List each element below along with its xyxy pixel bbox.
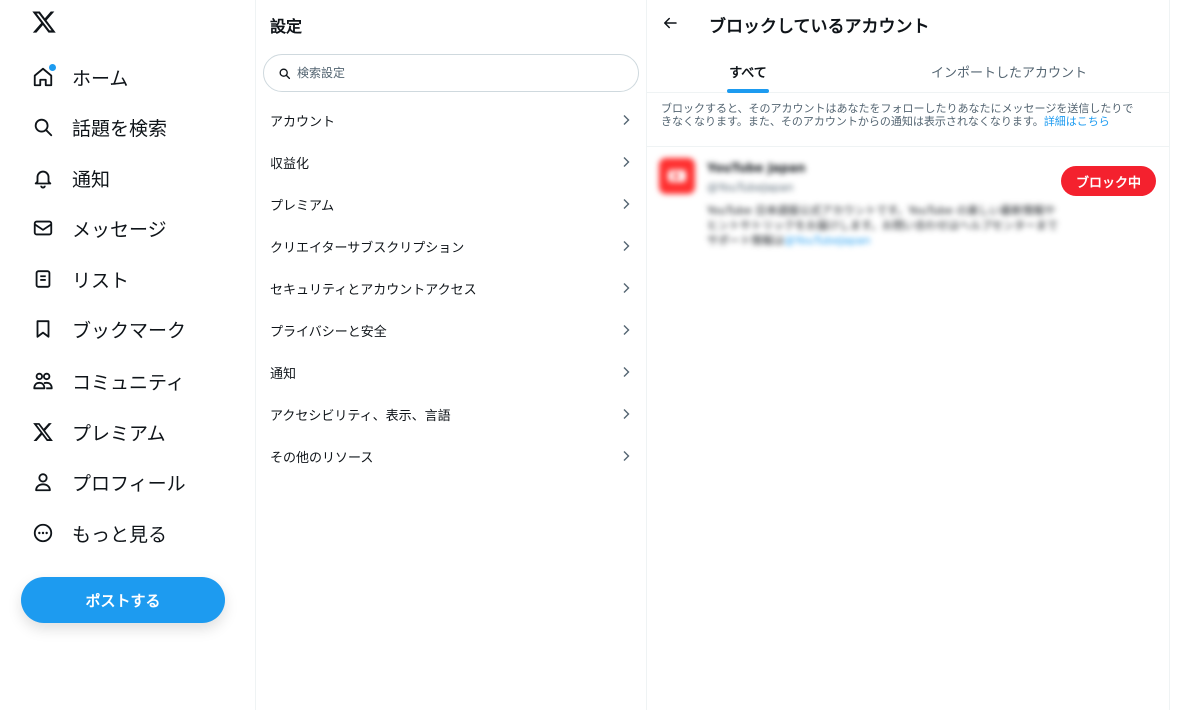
- settings-title: 設定: [270, 17, 303, 36]
- search-icon: [279, 67, 291, 79]
- back-arrow-icon[interactable]: [661, 14, 679, 32]
- nav-item-notifications[interactable]: 通知: [30, 158, 110, 198]
- person-icon: [30, 469, 56, 495]
- account-name: YouTube Japan: [707, 161, 806, 175]
- tab-bar: すべて インポートしたアカウント: [647, 50, 1170, 93]
- nav-label: ブックマーク: [72, 319, 187, 342]
- search-icon: [30, 114, 56, 140]
- settings-item-premium[interactable]: プレミアム: [256, 183, 646, 225]
- community-icon: [30, 368, 56, 394]
- account-bio: YouTube 日本語版公式アカウントです。YouTube の楽しい最新情報や …: [707, 203, 1147, 248]
- nav-label: プレミアム: [72, 422, 166, 445]
- settings-item-label: 通知: [270, 366, 297, 382]
- nav-item-premium[interactable]: プレミアム: [30, 412, 166, 452]
- x-logo-icon[interactable]: [31, 9, 57, 35]
- settings-item-label: プレミアム: [270, 198, 335, 214]
- avatar: [659, 158, 695, 194]
- chevron-right-icon: [623, 157, 630, 167]
- bio-link: @YouTubeJapan: [784, 234, 871, 247]
- description-line: きなくなります。また、そのアカウントからの通知は表示されなくなります。: [661, 115, 1044, 128]
- chevron-right-icon: [623, 115, 630, 125]
- nav-label: 通知: [72, 168, 111, 191]
- settings-item-label: クリエイターサブスクリプション: [270, 240, 465, 256]
- description-line: ブロックすると、そのアカウントはあなたをフォローしたりあなたにメッセージを送信し…: [661, 102, 1134, 115]
- chevron-right-icon: [623, 241, 630, 251]
- nav-item-more[interactable]: もっと見る: [30, 513, 167, 553]
- chevron-right-icon: [623, 367, 630, 377]
- blocked-button[interactable]: ブロック中: [1061, 166, 1156, 196]
- nav-label: コミュニティ: [72, 371, 185, 394]
- nav-item-communities[interactable]: コミュニティ: [30, 361, 185, 401]
- blocked-account-row[interactable]: YouTube Japan @YouTubeJapan YouTube 日本語版…: [647, 147, 1170, 277]
- settings-item-accessibility[interactable]: アクセシビリティ、表示、言語: [256, 393, 646, 435]
- youtube-logo-icon: [668, 170, 686, 182]
- nav-item-explore[interactable]: 話題を検索: [30, 107, 167, 147]
- settings-item-resources[interactable]: その他のリソース: [256, 435, 646, 477]
- settings-panel: 設定 アカウント 収益化 プレミアム クリエイターサブスクリプション セキュリテ…: [255, 0, 647, 710]
- tab-imported[interactable]: インポートしたアカウント: [909, 50, 1109, 93]
- list-icon: [30, 266, 56, 292]
- block-description: ブロックすると、そのアカウントはあなたをフォローしたりあなたにメッセージを送信し…: [647, 93, 1170, 147]
- left-navigation: ホーム 話題を検索 通知 メッセージ リスト ブックマーク コミュニティ プレミ…: [0, 0, 255, 710]
- settings-item-label: その他のリソース: [270, 450, 374, 466]
- settings-item-notifications[interactable]: 通知: [256, 351, 646, 393]
- post-button[interactable]: ポストする: [21, 577, 225, 623]
- bookmark-icon: [30, 316, 56, 342]
- tab-all[interactable]: すべて: [647, 50, 849, 93]
- page-title: ブロックしているアカウント: [709, 17, 930, 37]
- settings-search-box[interactable]: [263, 54, 639, 92]
- nav-label: 話題を検索: [72, 117, 168, 140]
- tab-label: すべて: [729, 66, 767, 81]
- settings-search-input[interactable]: [297, 66, 597, 80]
- settings-item-privacy[interactable]: プライバシーと安全: [256, 309, 646, 351]
- home-icon: [30, 64, 56, 90]
- notification-dot: [49, 64, 56, 71]
- bio-line: ヒントやトリックをお届けします。お問い合わせはヘルプセンターまで: [707, 219, 1058, 232]
- bell-icon: [30, 165, 56, 191]
- nav-label: ホーム: [72, 67, 129, 90]
- more-icon: [30, 520, 56, 546]
- settings-item-label: 収益化: [270, 156, 310, 172]
- nav-item-bookmarks[interactable]: ブックマーク: [30, 309, 186, 349]
- settings-item-label: アクセシビリティ、表示、言語: [270, 408, 451, 424]
- nav-item-lists[interactable]: リスト: [30, 259, 129, 299]
- settings-item-label: プライバシーと安全: [270, 324, 387, 340]
- settings-item-account[interactable]: アカウント: [256, 99, 646, 141]
- bio-line: サポート情報は: [707, 234, 784, 247]
- chevron-right-icon: [623, 283, 630, 293]
- settings-item-monetization[interactable]: 収益化: [256, 141, 646, 183]
- learn-more-link[interactable]: 詳細はこちら: [1044, 115, 1110, 128]
- nav-item-profile[interactable]: プロフィール: [30, 462, 186, 502]
- bio-line: YouTube 日本語版公式アカウントです。YouTube の楽しい最新情報や: [707, 204, 1056, 217]
- chevron-right-icon: [623, 451, 630, 461]
- envelope-icon: [30, 215, 56, 241]
- nav-label: もっと見る: [72, 523, 168, 546]
- chevron-right-icon: [623, 325, 630, 335]
- x-logo-icon: [30, 419, 56, 445]
- nav-item-messages[interactable]: メッセージ: [30, 208, 167, 248]
- nav-label: リスト: [72, 269, 130, 292]
- tab-label: インポートしたアカウント: [930, 66, 1087, 81]
- settings-item-label: アカウント: [270, 114, 336, 130]
- nav-label: メッセージ: [72, 218, 167, 241]
- settings-item-creator-subscriptions[interactable]: クリエイターサブスクリプション: [256, 225, 646, 267]
- chevron-right-icon: [623, 409, 630, 419]
- blocked-accounts-panel: ブロックしているアカウント すべて インポートしたアカウント ブロックすると、そ…: [647, 0, 1170, 710]
- settings-item-security[interactable]: セキュリティとアカウントアクセス: [256, 267, 646, 309]
- nav-item-home[interactable]: ホーム: [30, 57, 128, 97]
- nav-label: プロフィール: [72, 472, 186, 495]
- chevron-right-icon: [623, 199, 630, 209]
- account-handle: @YouTubeJapan: [707, 181, 794, 194]
- settings-item-label: セキュリティとアカウントアクセス: [270, 282, 477, 298]
